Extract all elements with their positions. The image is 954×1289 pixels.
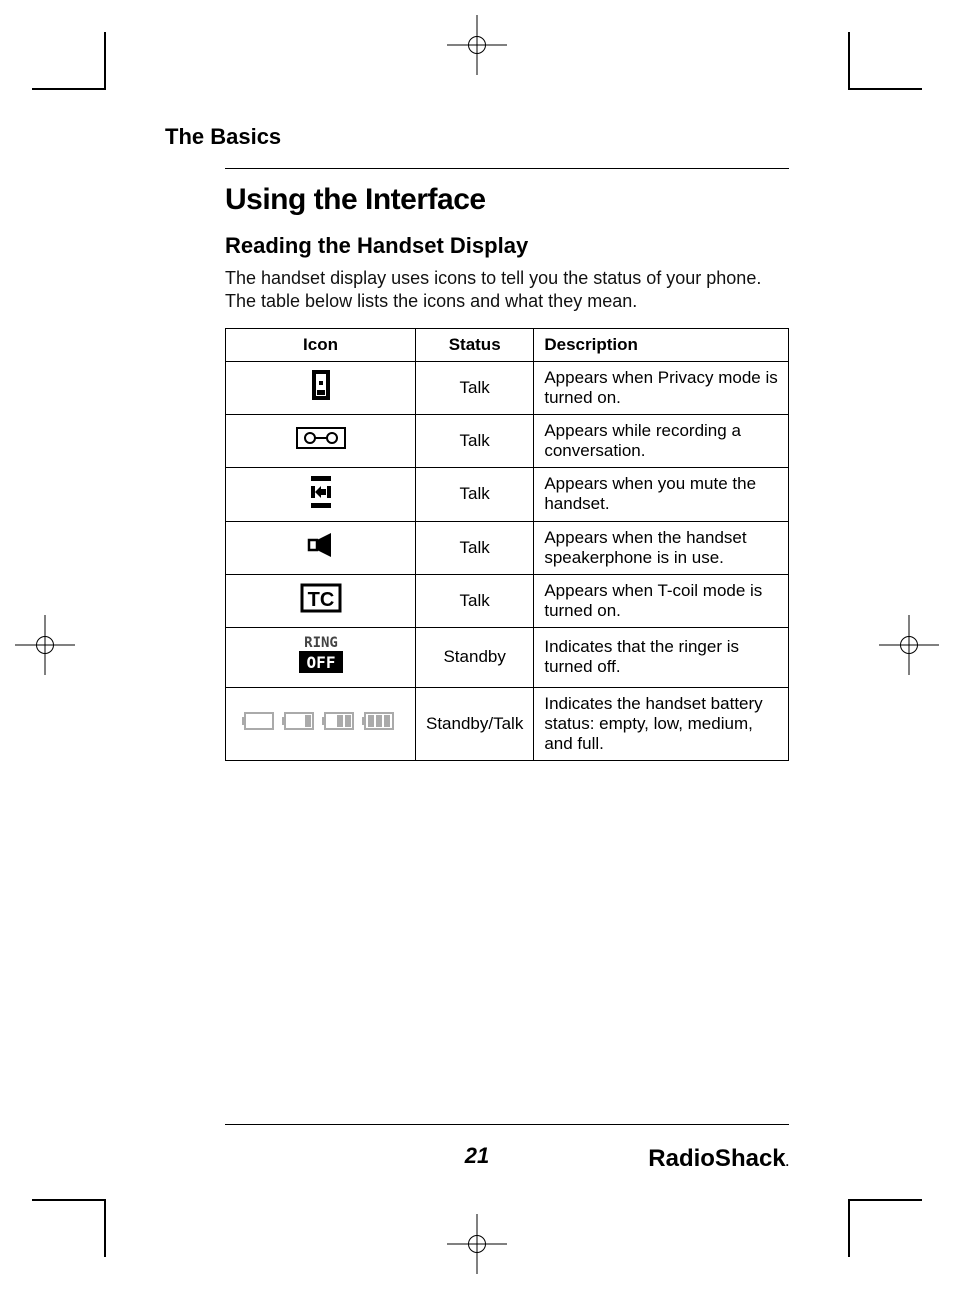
table-row: TC Talk Appears when T-coil mode is turn… (226, 574, 789, 627)
footer: 21 RadioShack. (165, 1124, 789, 1169)
table-row: Talk Appears when you mute the handset. (226, 467, 789, 521)
status-cell: Talk (416, 521, 534, 574)
registration-mark (462, 30, 492, 60)
intro-text: The handset display uses icons to tell y… (225, 267, 789, 314)
speaker-icon (307, 532, 335, 558)
description-cell: Appears when Privacy mode is turned on. (534, 361, 789, 414)
status-cell: Talk (416, 467, 534, 521)
status-cell: Standby (416, 627, 534, 687)
sub-heading: Reading the Handset Display (225, 233, 789, 259)
description-cell: Indicates the handset battery status: em… (534, 687, 789, 760)
description-cell: Appears when you mute the handset. (534, 467, 789, 521)
divider (225, 168, 789, 169)
description-cell: Appears when the handset speakerphone is… (534, 521, 789, 574)
svg-text:RING: RING (304, 635, 338, 651)
ring-off-icon: RING OFF (293, 634, 349, 676)
mute-icon (306, 474, 336, 510)
crop-mark (104, 1199, 106, 1257)
table-row: Talk Appears when the handset speakerpho… (226, 521, 789, 574)
table-header-status: Status (416, 328, 534, 361)
description-cell: Indicates that the ringer is turned off. (534, 627, 789, 687)
tcoil-icon: TC (300, 583, 342, 613)
status-cell: Talk (416, 574, 534, 627)
battery-icon (241, 709, 401, 733)
status-cell: Talk (416, 361, 534, 414)
crop-mark (850, 1199, 922, 1201)
table-row: Standby/Talk Indicates the handset batte… (226, 687, 789, 760)
crop-mark (848, 1199, 850, 1257)
registration-mark (894, 630, 924, 660)
section-header: The Basics (165, 124, 789, 150)
privacy-icon (308, 368, 334, 402)
table-header-icon: Icon (226, 328, 416, 361)
svg-text:TC: TC (307, 589, 334, 611)
table-row: RING OFF Standby Indicates that the ring… (226, 627, 789, 687)
table-row: Talk Appears while recording a conversat… (226, 414, 789, 467)
crop-mark (104, 32, 106, 90)
crop-mark (850, 88, 922, 90)
main-heading: Using the Interface (225, 183, 789, 217)
status-cell: Standby/Talk (416, 687, 534, 760)
icon-table: Icon Status Description (225, 328, 789, 761)
recording-icon (296, 427, 346, 449)
crop-mark (848, 32, 850, 90)
description-cell: Appears while recording a conversation. (534, 414, 789, 467)
divider (225, 1124, 789, 1125)
table-header-description: Description (534, 328, 789, 361)
page-content: The Basics Using the Interface Reading t… (105, 88, 849, 1201)
registration-mark (30, 630, 60, 660)
description-cell: Appears when T-coil mode is turned on. (534, 574, 789, 627)
crop-mark (32, 88, 104, 90)
table-row: Talk Appears when Privacy mode is turned… (226, 361, 789, 414)
status-cell: Talk (416, 414, 534, 467)
brand-logo: RadioShack. (648, 1145, 789, 1173)
svg-text:OFF: OFF (306, 653, 335, 672)
registration-mark (462, 1229, 492, 1259)
crop-mark (32, 1199, 104, 1201)
